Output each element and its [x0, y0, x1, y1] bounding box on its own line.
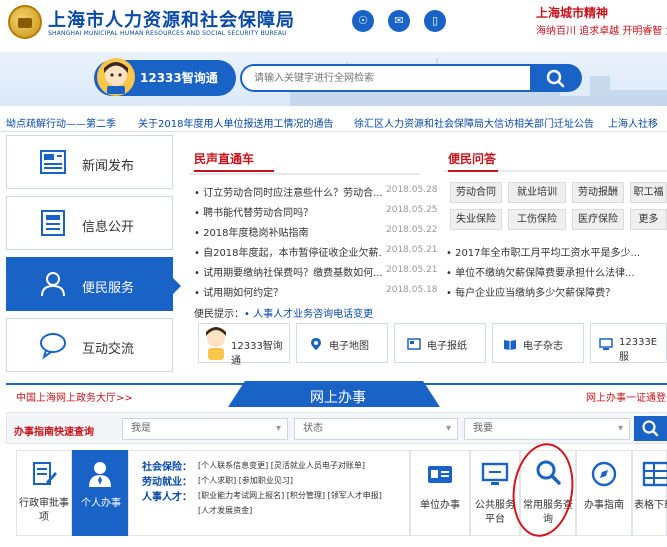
news-date: 2018.05.25	[386, 205, 438, 215]
tag-injury-insurance[interactable]: 工伤保险	[508, 209, 566, 230]
news-date: 2018.05.18	[386, 285, 438, 295]
admin-approval-label: 行政审批事项	[19, 498, 69, 523]
news-item[interactable]: 聘书能代替劳动合同吗？	[194, 204, 382, 219]
tip-link[interactable]: • 人事人才业务咨询电话变更	[244, 309, 373, 320]
news-item[interactable]: 自2018年度起，本市暂停征收企业欠薪...	[194, 244, 382, 259]
category-social-insurance: 社会保险：	[142, 462, 192, 473]
ticker-item[interactable]: 徐汇区人力资源和社会保障局大信访相关部门迁址公告	[354, 115, 594, 130]
news-date: 2018.05.22	[386, 225, 438, 235]
category-links[interactable]: [职业能力考试网上报名] [积分管理] [领军人才申报]	[198, 490, 382, 501]
id-card-icon	[428, 466, 452, 483]
nav-service-label: 便民服务	[82, 281, 135, 296]
online-services-title: 网上办事	[310, 390, 366, 406]
assistant-label: 12333智询通	[140, 71, 218, 85]
quick-map-label: 电子地图	[329, 341, 369, 352]
tip-prefix: 便民提示：	[194, 309, 244, 320]
qa-item[interactable]: 单位不缴纳欠薪保障费要承担什么法律...	[446, 264, 667, 279]
quick-eservice-label: 12333E服	[619, 337, 658, 363]
ticker-item[interactable]: 上海人社移	[608, 115, 658, 130]
tab-underline	[194, 170, 274, 172]
tag-employment-training[interactable]: 就业培训	[508, 182, 566, 203]
status-select[interactable]: 状态	[294, 418, 458, 440]
personal-service-label: 个人办事	[81, 498, 121, 509]
news-item[interactable]: 试用期如何约定？	[194, 284, 382, 299]
search-icon	[546, 69, 565, 88]
city-spirit-motto: 海纳百川 追求卓越 开明睿智 大气	[536, 26, 667, 37]
category-personnel: 人事人才：	[142, 492, 192, 503]
ticker-item[interactable]: 关于2018年度用人单位报送用工情况的通告	[138, 115, 333, 130]
mobile-icon[interactable]: ▯	[424, 10, 446, 32]
person-icon	[89, 462, 111, 487]
quick-magazine-label: 电子杂志	[523, 341, 563, 352]
tab-public-voice[interactable]: 民声直通车	[194, 150, 254, 167]
newspaper-icon	[40, 150, 66, 174]
category-links[interactable]: [个人求职] [参加职业见习]	[198, 475, 293, 486]
quick-map-button[interactable]: 电子地图	[296, 323, 388, 363]
site-title[interactable]: 上海市人力资源和社会保障局	[48, 6, 295, 32]
book-icon	[504, 340, 516, 350]
tag-labor-pay[interactable]: 劳动报酬	[572, 182, 624, 203]
news-date: 2018.05.28	[386, 185, 438, 195]
guide-search-button[interactable]	[634, 416, 667, 441]
category-employment: 劳动就业：	[142, 477, 192, 488]
search-icon	[642, 420, 659, 437]
gov-hall-link[interactable]: 中国上海网上政务大厅>>	[16, 389, 133, 404]
city-spirit-title: 上海城市精神	[536, 6, 609, 20]
nav-news-label: 新闻发布	[82, 159, 135, 174]
one-cert-login-link[interactable]: 网上办事一证通登	[586, 389, 666, 404]
computer-icon	[599, 338, 613, 350]
need-select[interactable]: 我要	[464, 418, 630, 440]
newspaper-small-icon	[407, 338, 421, 350]
document-icon	[41, 210, 65, 236]
quick-eservice-button[interactable]: 12333E服	[590, 323, 667, 363]
active-nav-pointer	[173, 278, 181, 294]
tab-underline	[448, 170, 498, 172]
search-button[interactable]	[530, 64, 582, 92]
bureau-emblem-icon[interactable]	[8, 5, 42, 39]
assistant-icon	[206, 327, 226, 360]
tag-medical-insurance[interactable]: 医疗保险	[572, 209, 624, 230]
tag-labor-contract[interactable]: 劳动合同	[450, 182, 502, 203]
news-date: 2018.05.21	[386, 265, 438, 275]
quick-newspaper-label: 电子报纸	[427, 341, 467, 352]
nav-info-label: 信息公开	[82, 220, 135, 235]
site-subtitle: SHANGHAI MUNICIPAL HUMAN RESOURCES AND S…	[48, 30, 287, 37]
tag-employee-welfare[interactable]: 职工福	[630, 182, 667, 203]
guide-filter-label: 办事指南快速查询	[14, 427, 94, 438]
quick-newspaper-button[interactable]: 电子报纸	[394, 323, 486, 363]
service-tip: 便民提示：• 人事人才业务咨询电话变更	[194, 305, 373, 320]
compass-icon	[591, 461, 617, 487]
tag-unemployment-insurance[interactable]: 失业保险	[450, 209, 502, 230]
ticker-item[interactable]: 坳点疏解行动——第二季	[6, 115, 116, 130]
qa-item[interactable]: 每户企业应当缴纳多少欠薪保障费？	[446, 284, 667, 299]
chat-icon	[40, 333, 66, 360]
public-platform-label: 公共服务平台	[475, 500, 515, 525]
role-select[interactable]: 我是	[122, 418, 288, 440]
category-links[interactable]: [个人联系信息变更] [灵活就业人员电子对账单]	[198, 460, 365, 471]
news-item[interactable]: 订立劳动合同时应注意些什么？劳动合...	[194, 184, 382, 199]
approval-icon	[33, 462, 57, 485]
monitor-icon	[481, 462, 509, 485]
quick-magazine-button[interactable]: 电子杂志	[492, 323, 584, 363]
table-icon	[642, 461, 667, 487]
news-date: 2018.05.21	[386, 245, 438, 255]
weibo-icon[interactable]: ☉	[352, 10, 374, 32]
tag-more[interactable]: 更多	[630, 209, 667, 230]
news-item[interactable]: 2018年度稳岗补贴指南	[194, 224, 382, 239]
tab-service-qa[interactable]: 便民问答	[448, 150, 496, 167]
unit-service-label: 单位办事	[420, 500, 460, 511]
category-links[interactable]: [人才发展资金]	[198, 505, 252, 516]
quick-assistant-label: 12333智询通	[231, 341, 283, 367]
assistant-avatar-icon	[97, 58, 135, 96]
map-pin-icon	[311, 338, 321, 350]
site-search-input[interactable]	[240, 64, 530, 92]
wechat-icon[interactable]: ✉	[388, 10, 410, 32]
nav-interaction-label: 互动交流	[82, 342, 135, 357]
users-icon	[41, 272, 65, 297]
quick-assistant-button[interactable]: 12333智询通	[198, 323, 290, 367]
form-download-label: 表格下载	[634, 500, 667, 511]
guide-label: 办事指南	[584, 500, 624, 511]
qa-item[interactable]: 2017年全市职工月平均工资水平是多少...	[446, 244, 667, 259]
news-item[interactable]: 试用期要缴纳社保费吗？缴费基数如何...	[194, 264, 382, 279]
